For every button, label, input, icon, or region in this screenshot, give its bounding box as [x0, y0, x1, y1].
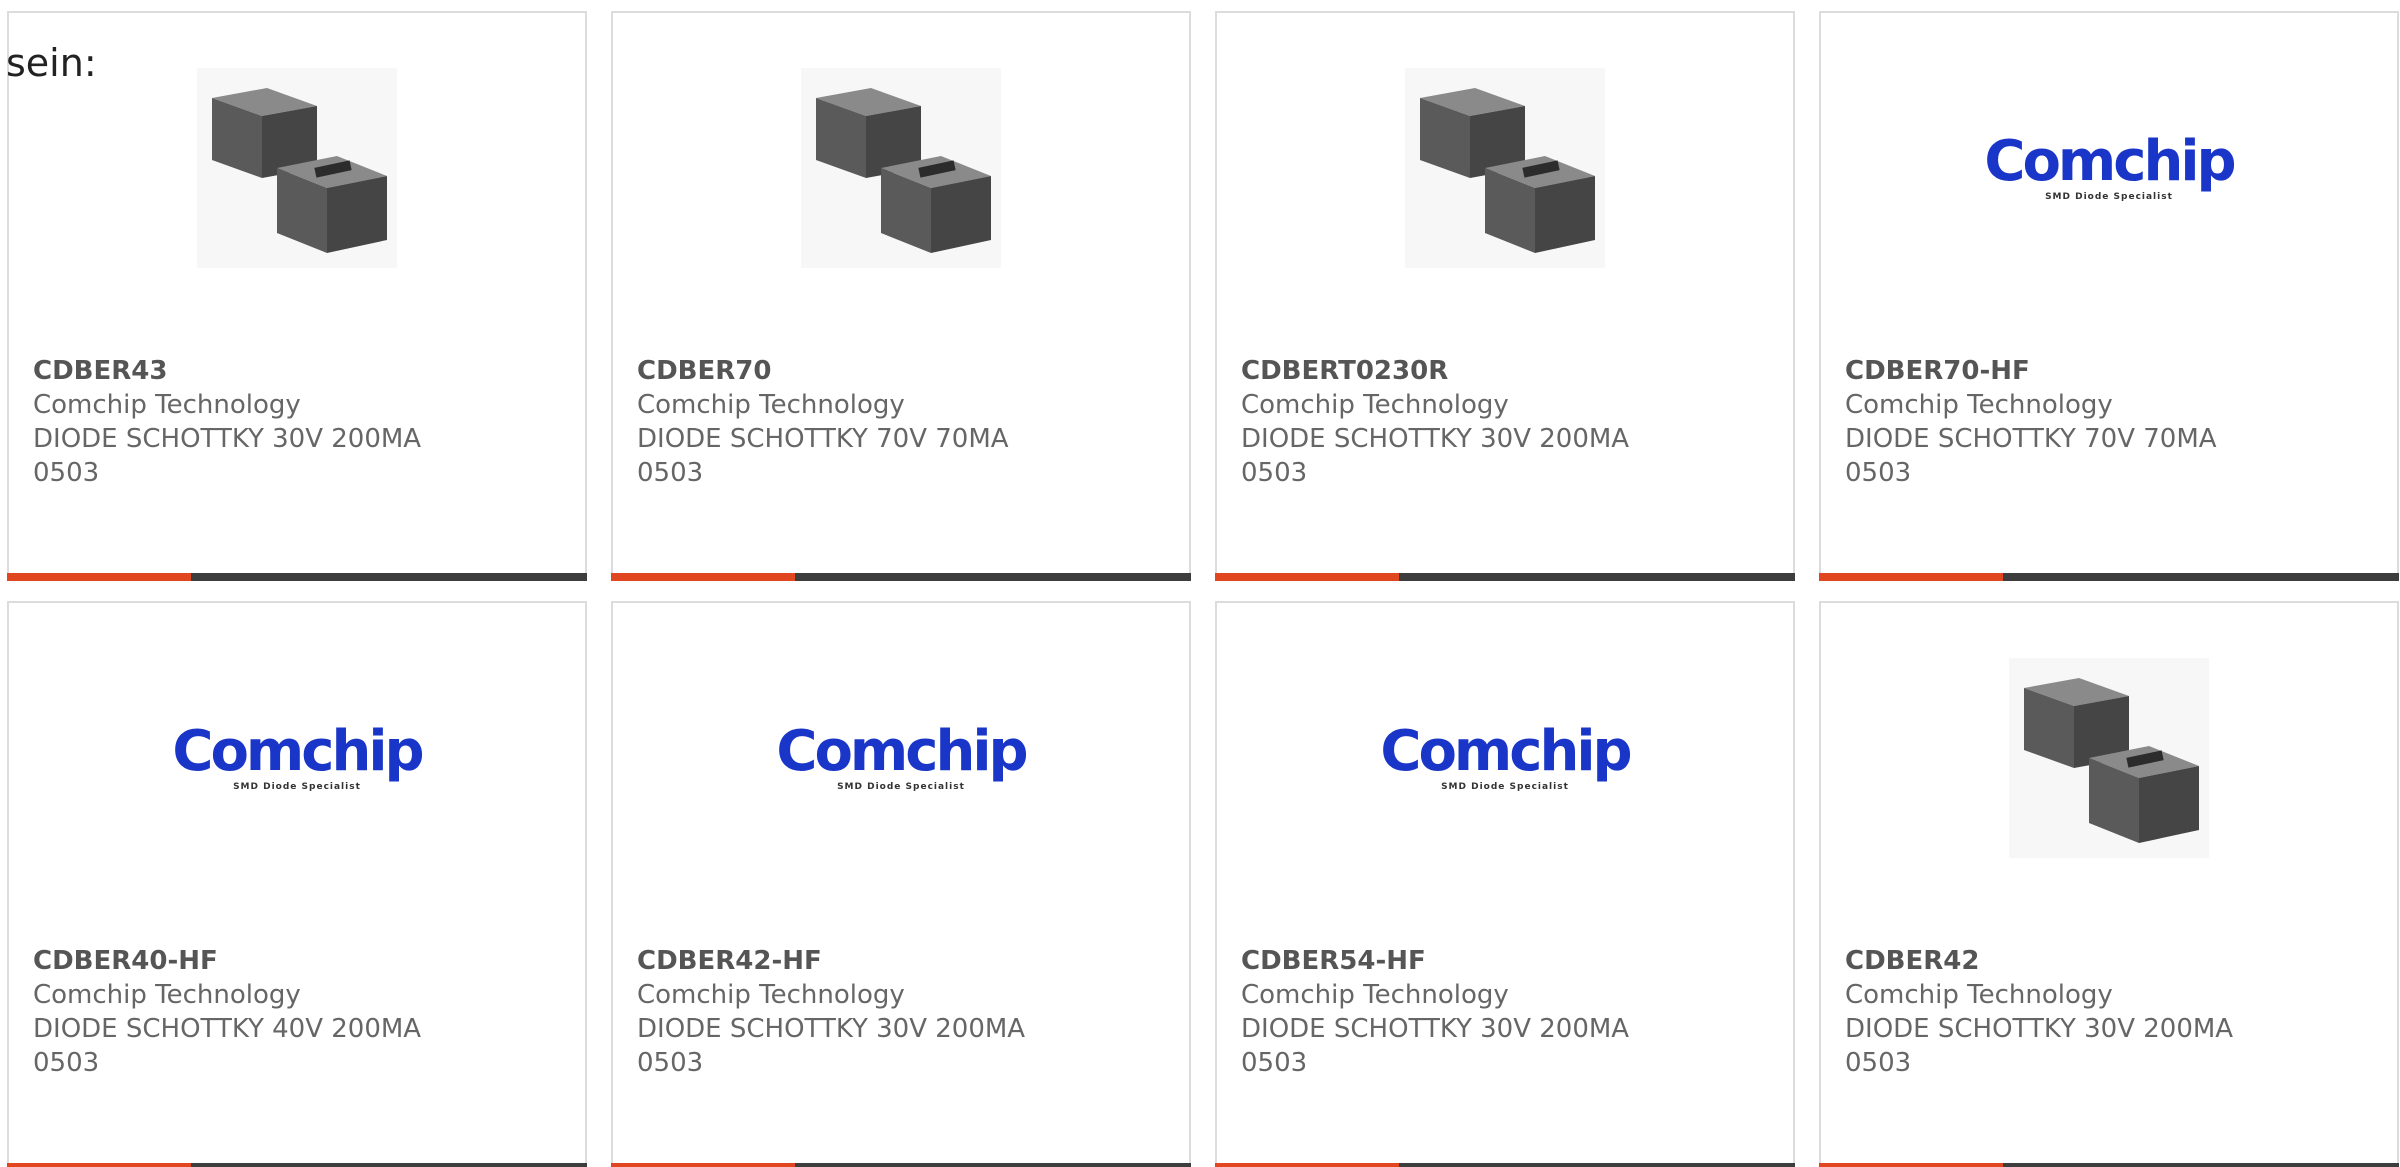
product-card[interactable]: CDBERT0230R Comchip Technology DIODE SCH…	[1215, 11, 1795, 581]
card-bottom-bar	[611, 1163, 1191, 1167]
diode-package-photo-icon	[197, 68, 397, 268]
package-size: 0503	[1241, 1048, 1308, 1078]
diode-package-photo-icon	[1405, 68, 1605, 268]
card-accent	[611, 573, 795, 581]
product-info: CDBER42-HF Comchip Technology DIODE SCHO…	[637, 944, 1025, 1080]
product-image[interactable]: Comchip SMD Diode Specialist	[1217, 653, 1793, 863]
card-bottom-bar	[7, 573, 587, 581]
description: DIODE SCHOTTKY 30V 200MA	[1241, 1014, 1630, 1044]
part-number[interactable]: CDBER42-HF	[637, 944, 1025, 978]
comchip-logo-icon: Comchip SMD Diode Specialist	[776, 719, 1028, 793]
logo-tagline: SMD Diode Specialist	[233, 782, 361, 792]
part-number[interactable]: CDBER42	[1845, 944, 2233, 978]
logo-tagline: SMD Diode Specialist	[837, 782, 965, 792]
card-bottom-bar	[611, 573, 1191, 581]
description: DIODE SCHOTTKY 40V 200MA	[33, 1014, 422, 1044]
product-info: CDBER40-HF Comchip Technology DIODE SCHO…	[33, 944, 421, 1080]
product-card[interactable]: Comchip SMD Diode Specialist CDBER42-HF …	[611, 601, 1191, 1167]
package-size: 0503	[1845, 1048, 1912, 1078]
card-bottom-bar	[1215, 1163, 1795, 1167]
part-number[interactable]: CDBER70-HF	[1845, 354, 2217, 388]
package-size: 0503	[33, 458, 100, 488]
logo-tagline: SMD Diode Specialist	[2045, 192, 2173, 202]
manufacturer: Comchip Technology	[637, 390, 905, 420]
part-number[interactable]: CDBER43	[33, 354, 421, 388]
card-accent	[7, 573, 191, 581]
part-number[interactable]: CDBER40-HF	[33, 944, 421, 978]
product-info: CDBER42 Comchip Technology DIODE SCHOTTK…	[1845, 944, 2233, 1080]
product-image[interactable]: Comchip SMD Diode Specialist	[1821, 63, 2397, 273]
product-image[interactable]	[613, 63, 1189, 273]
card-bottom-bar	[1819, 1163, 2399, 1167]
card-accent	[611, 1163, 795, 1167]
part-number[interactable]: CDBER70	[637, 354, 1009, 388]
manufacturer: Comchip Technology	[1845, 390, 2113, 420]
diode-package-photo-icon	[801, 68, 1001, 268]
product-image[interactable]: Comchip SMD Diode Specialist	[9, 653, 585, 863]
product-card[interactable]: CDBER42 Comchip Technology DIODE SCHOTTK…	[1819, 601, 2399, 1167]
card-bottom-bar	[1819, 573, 2399, 581]
product-card[interactable]: CDBER43 Comchip Technology DIODE SCHOTTK…	[7, 11, 587, 581]
logo-wordmark: Comchip	[776, 719, 1028, 784]
card-accent	[1215, 1163, 1399, 1167]
package-size: 0503	[637, 1048, 704, 1078]
product-info: CDBERT0230R Comchip Technology DIODE SCH…	[1241, 354, 1629, 490]
product-image[interactable]	[9, 63, 585, 273]
comchip-logo-icon: Comchip SMD Diode Specialist	[1380, 719, 1632, 793]
logo-wordmark: Comchip	[1380, 719, 1632, 784]
manufacturer: Comchip Technology	[1845, 980, 2113, 1010]
product-info: CDBER54-HF Comchip Technology DIODE SCHO…	[1241, 944, 1629, 1080]
card-accent	[1819, 1163, 2003, 1167]
logo-wordmark: Comchip	[172, 719, 424, 784]
product-grid: CDBER43 Comchip Technology DIODE SCHOTTK…	[7, 11, 2399, 1167]
package-size: 0503	[637, 458, 704, 488]
package-size: 0503	[33, 1048, 100, 1078]
diode-package-photo-icon	[2009, 658, 2209, 858]
product-card[interactable]: Comchip SMD Diode Specialist CDBER54-HF …	[1215, 601, 1795, 1167]
card-accent	[1819, 573, 2003, 581]
part-number[interactable]: CDBERT0230R	[1241, 354, 1629, 388]
comchip-logo-icon: Comchip SMD Diode Specialist	[1984, 129, 2236, 203]
product-info: CDBER70-HF Comchip Technology DIODE SCHO…	[1845, 354, 2217, 490]
product-info: CDBER70 Comchip Technology DIODE SCHOTTK…	[637, 354, 1009, 490]
manufacturer: Comchip Technology	[33, 980, 301, 1010]
product-card[interactable]: Comchip SMD Diode Specialist CDBER40-HF …	[7, 601, 587, 1167]
card-bottom-bar	[1215, 573, 1795, 581]
manufacturer: Comchip Technology	[637, 980, 905, 1010]
product-card[interactable]: Comchip SMD Diode Specialist CDBER70-HF …	[1819, 11, 2399, 581]
intro-text: sein:	[6, 41, 97, 85]
product-image[interactable]	[1821, 653, 2397, 863]
product-image[interactable]: Comchip SMD Diode Specialist	[613, 653, 1189, 863]
comchip-logo-icon: Comchip SMD Diode Specialist	[172, 719, 424, 793]
page: CDBER43 Comchip Technology DIODE SCHOTTK…	[0, 0, 2400, 1167]
description: DIODE SCHOTTKY 70V 70MA	[637, 424, 1009, 454]
product-image[interactable]	[1217, 63, 1793, 273]
logo-tagline: SMD Diode Specialist	[1441, 782, 1569, 792]
description: DIODE SCHOTTKY 70V 70MA	[1845, 424, 2217, 454]
description: DIODE SCHOTTKY 30V 200MA	[33, 424, 422, 454]
description: DIODE SCHOTTKY 30V 200MA	[1845, 1014, 2234, 1044]
part-number[interactable]: CDBER54-HF	[1241, 944, 1629, 978]
manufacturer: Comchip Technology	[1241, 980, 1509, 1010]
package-size: 0503	[1241, 458, 1308, 488]
card-accent	[1215, 573, 1399, 581]
card-accent	[7, 1163, 191, 1167]
manufacturer: Comchip Technology	[1241, 390, 1509, 420]
description: DIODE SCHOTTKY 30V 200MA	[637, 1014, 1026, 1044]
logo-wordmark: Comchip	[1984, 129, 2236, 194]
package-size: 0503	[1845, 458, 1912, 488]
product-info: CDBER43 Comchip Technology DIODE SCHOTTK…	[33, 354, 421, 490]
manufacturer: Comchip Technology	[33, 390, 301, 420]
description: DIODE SCHOTTKY 30V 200MA	[1241, 424, 1630, 454]
card-bottom-bar	[7, 1163, 587, 1167]
product-card[interactable]: CDBER70 Comchip Technology DIODE SCHOTTK…	[611, 11, 1191, 581]
